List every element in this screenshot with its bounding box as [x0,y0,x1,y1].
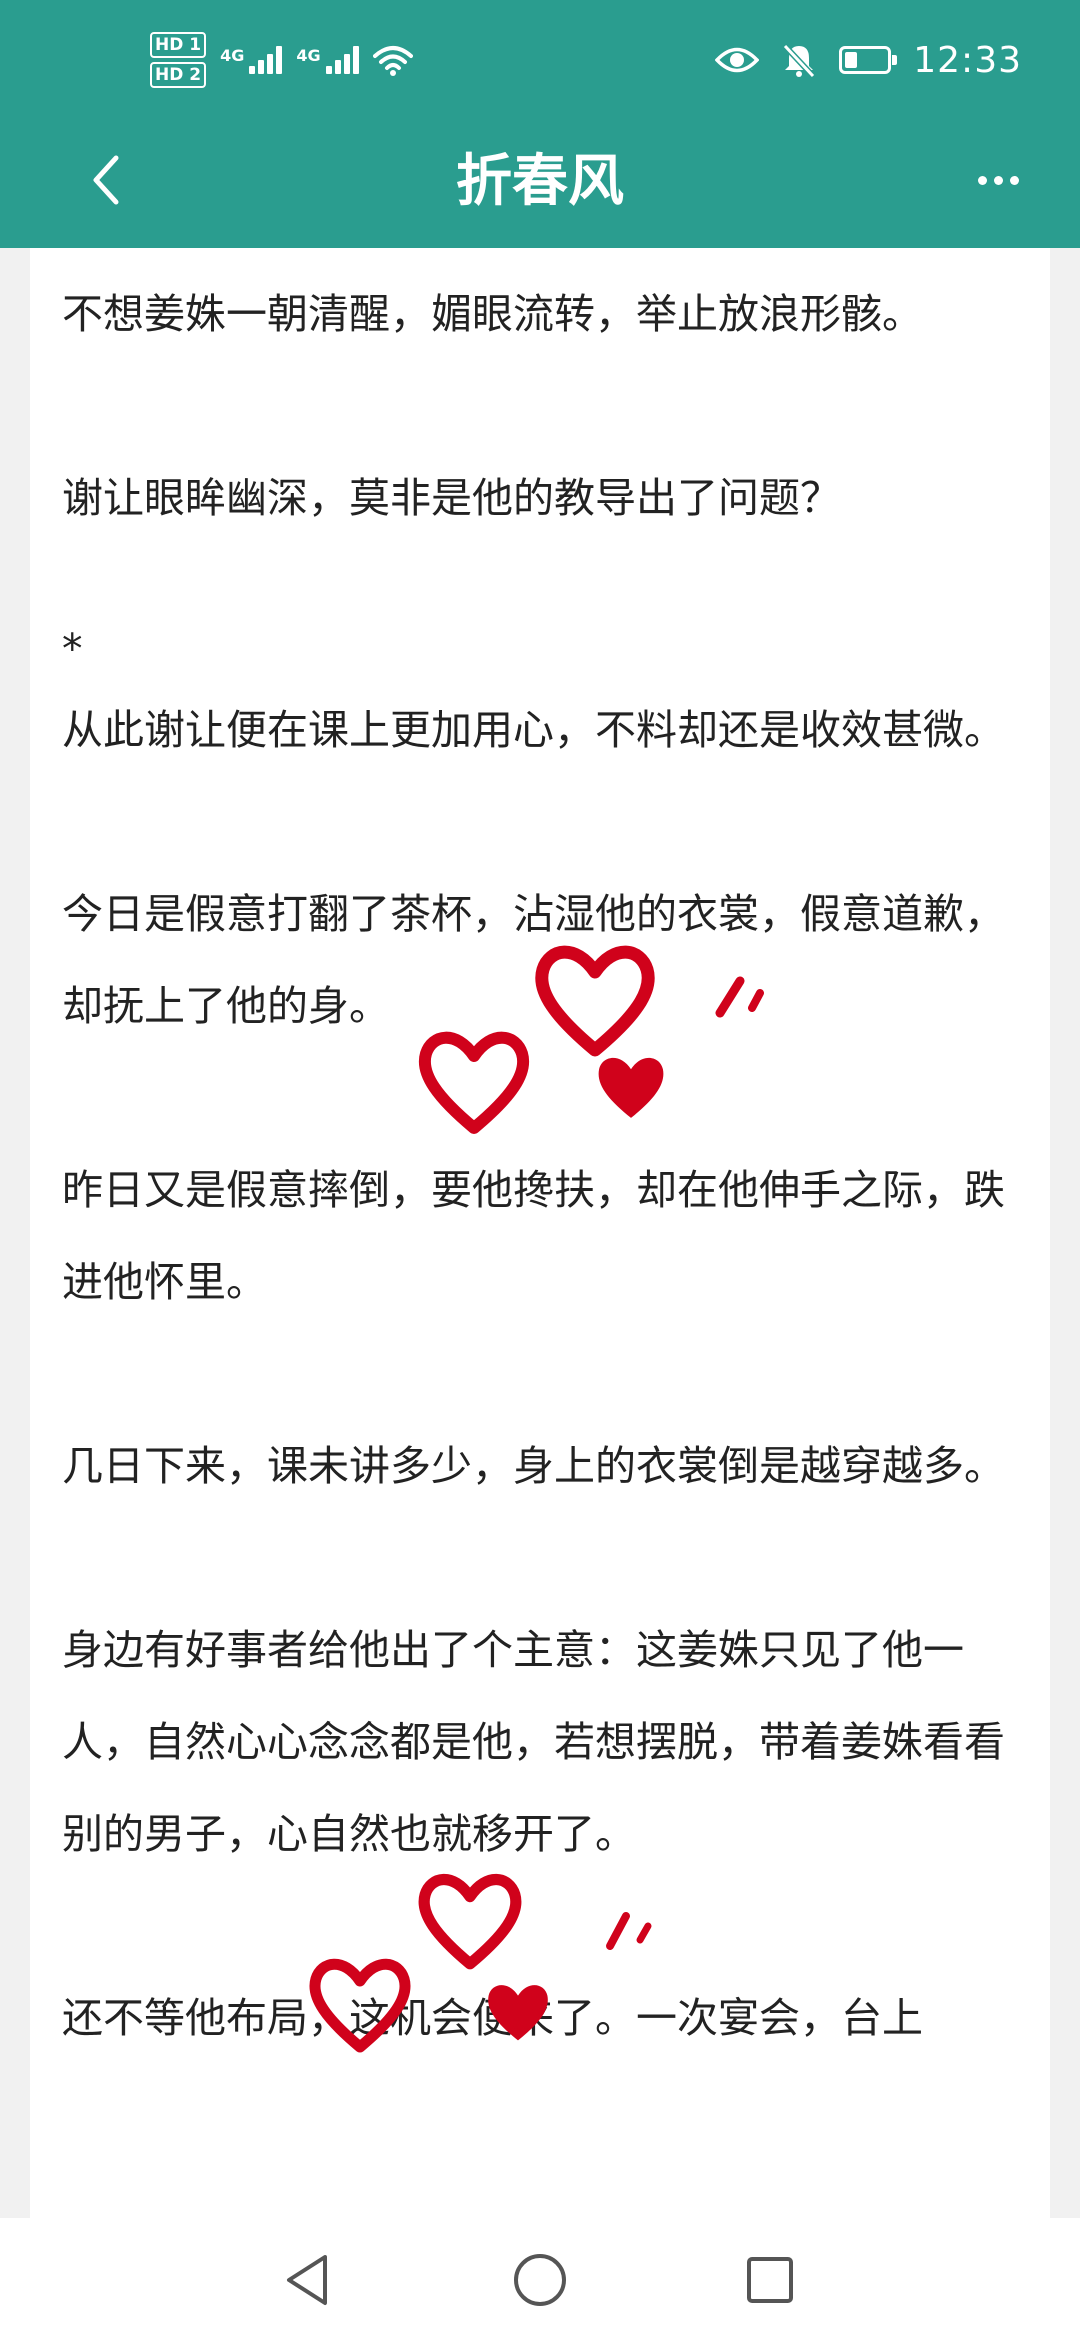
heart-doodle-outline [418,1874,522,1970]
paragraph: 身边有好事者给他出了个主意：这姜姝只见了他一人，自然心心念念都是他，若想摆脱，带… [62,1626,1005,1858]
reader-area[interactable]: 不想姜姝一朝清醒，媚眼流转，举止放浪形骸。 谢让眼眸幽深，莫非是他的教导出了问题… [0,248,1080,2218]
reader-page[interactable]: 不想姜姝一朝清醒，媚眼流转，举止放浪形骸。 谢让眼眸幽深，莫非是他的教导出了问题… [30,248,1050,2218]
paragraph: 昨日又是假意摔倒，要他搀扶，却在他伸手之际，跌进他怀里。 [62,1166,1005,1306]
heart-doodle-outline [309,1958,411,2053]
status-bar: HD 1 HD 2 4G 4G 12:33 [0,0,1080,120]
status-right: 12:33 [715,30,1022,90]
more-button[interactable] [962,144,1034,216]
more-dots-icon [977,175,987,185]
battery-icon [839,46,898,74]
network-label-1: 4G [220,46,245,65]
nav-recents-button[interactable] [738,2248,802,2312]
recents-square-icon [747,2257,793,2303]
sim2-label: HD 2 [150,62,207,88]
chapter-text: 不想姜姝一朝清醒，媚眼流转，举止放浪形骸。 谢让眼眸幽深，莫非是他的教导出了问题… [62,248,1042,2064]
wifi-icon [372,46,413,76]
nav-back-button[interactable] [276,2248,340,2312]
heart-doodle-marks [606,1912,652,1950]
sim-labels: HD 1 HD 2 [150,32,207,88]
paragraph: 几日下来，课未讲多少，身上的衣裳倒是越穿越多。 [62,1442,1005,1490]
network-label-2: 4G [296,46,321,65]
paragraph: 不想姜姝一朝清醒，媚眼流转，举止放浪形骸。 [62,290,923,338]
heart-doodle-filled [488,1985,548,2041]
back-triangle-icon [287,2255,327,2305]
paragraph: * [62,625,83,673]
heart-doodle-outline [418,1031,530,1134]
status-left: HD 1 HD 2 4G 4G [150,28,413,92]
signal-icon: 4G [220,46,283,74]
nav-home-button[interactable] [508,2248,572,2312]
app-bar: 折春风 [0,120,1080,248]
heart-doodle-filled [598,1057,664,1118]
paragraph: 谢让眼眸幽深，莫非是他的教导出了问题？ [62,474,841,522]
page-title: 折春风 [456,149,624,214]
heart-doodle-marks [715,976,764,1018]
system-nav-bar [0,2218,1080,2339]
clock: 12:33 [913,39,1022,81]
eye-icon [715,47,760,73]
heart-doodle-outline [535,945,655,1057]
signal-icon-2: 4G [296,46,359,74]
battery-fill [845,52,858,68]
home-circle-icon [514,2254,566,2306]
paragraph: 从此谢让便在课上更加用心，不料却还是收效甚微。 [62,706,1005,754]
bell-muted-icon [783,43,816,78]
sim1-label: HD 1 [150,32,207,58]
